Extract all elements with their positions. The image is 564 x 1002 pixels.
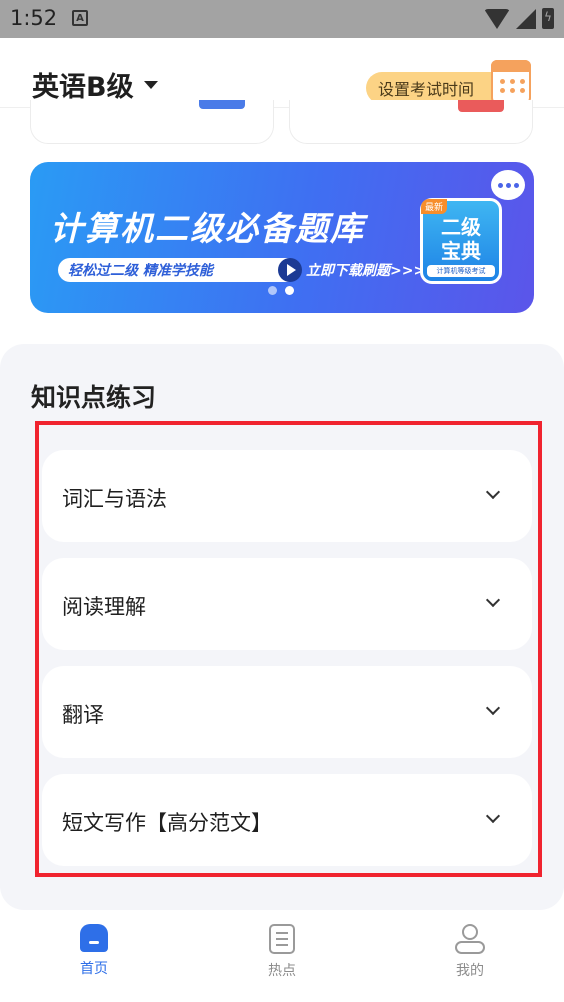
banner-tagline: 轻松过二级 精准学技能 <box>58 258 298 282</box>
home-icon <box>80 924 108 952</box>
book-footer: 计算机等级考试 <box>427 265 495 277</box>
notification-a-icon: A <box>72 10 88 26</box>
cellular-signal-icon <box>516 8 536 29</box>
highlight-box <box>35 421 542 877</box>
tab-hot[interactable]: 热点 <box>222 924 342 980</box>
banner-download-link[interactable]: 立即下载刷题>>> <box>306 260 425 280</box>
status-bar: 1:52 A <box>0 0 564 38</box>
feature-card-left[interactable] <box>30 100 274 144</box>
tab-home[interactable]: 首页 <box>34 924 154 978</box>
user-icon <box>455 924 485 954</box>
book-cover-image: 最新 二级 宝典 计算机等级考试 <box>420 198 502 284</box>
subject-selector[interactable]: 英语B级 <box>32 65 158 104</box>
chat-bubble-icon[interactable] <box>491 170 525 200</box>
set-exam-time-label: 设置考试时间 <box>378 80 475 99</box>
tab-me-label: 我的 <box>456 963 484 979</box>
promo-banner[interactable]: 计算机二级必备题库 轻松过二级 精准学技能 立即下载刷题>>> 最新 二级 宝典… <box>30 162 534 313</box>
play-icon <box>278 258 302 282</box>
feature-card-right[interactable] <box>289 100 533 144</box>
app-header: 英语B级 设置考试时间 <box>0 38 564 108</box>
wifi-icon <box>484 8 510 29</box>
status-time: 1:52 <box>10 6 58 30</box>
banner-page-indicator <box>268 286 294 295</box>
card-chip-icon <box>458 100 504 112</box>
document-icon <box>269 924 295 954</box>
card-chip-icon <box>199 100 245 109</box>
book-title-line2: 宝典 <box>441 239 481 263</box>
calendar-icon[interactable] <box>491 60 531 104</box>
bottom-tab-bar: 首页 热点 我的 <box>0 912 564 1002</box>
caret-down-icon <box>143 80 158 89</box>
subject-title: 英语B级 <box>32 72 134 103</box>
banner-title: 计算机二级必备题库 <box>50 209 365 248</box>
battery-charging-icon <box>542 8 554 29</box>
page-dot[interactable] <box>268 286 277 295</box>
section-title: 知识点练习 <box>31 383 157 412</box>
tab-me[interactable]: 我的 <box>410 924 530 980</box>
system-icons <box>484 8 554 29</box>
tab-hot-label: 热点 <box>268 963 296 979</box>
tab-home-label: 首页 <box>80 961 108 977</box>
page-dot-active[interactable] <box>285 286 294 295</box>
